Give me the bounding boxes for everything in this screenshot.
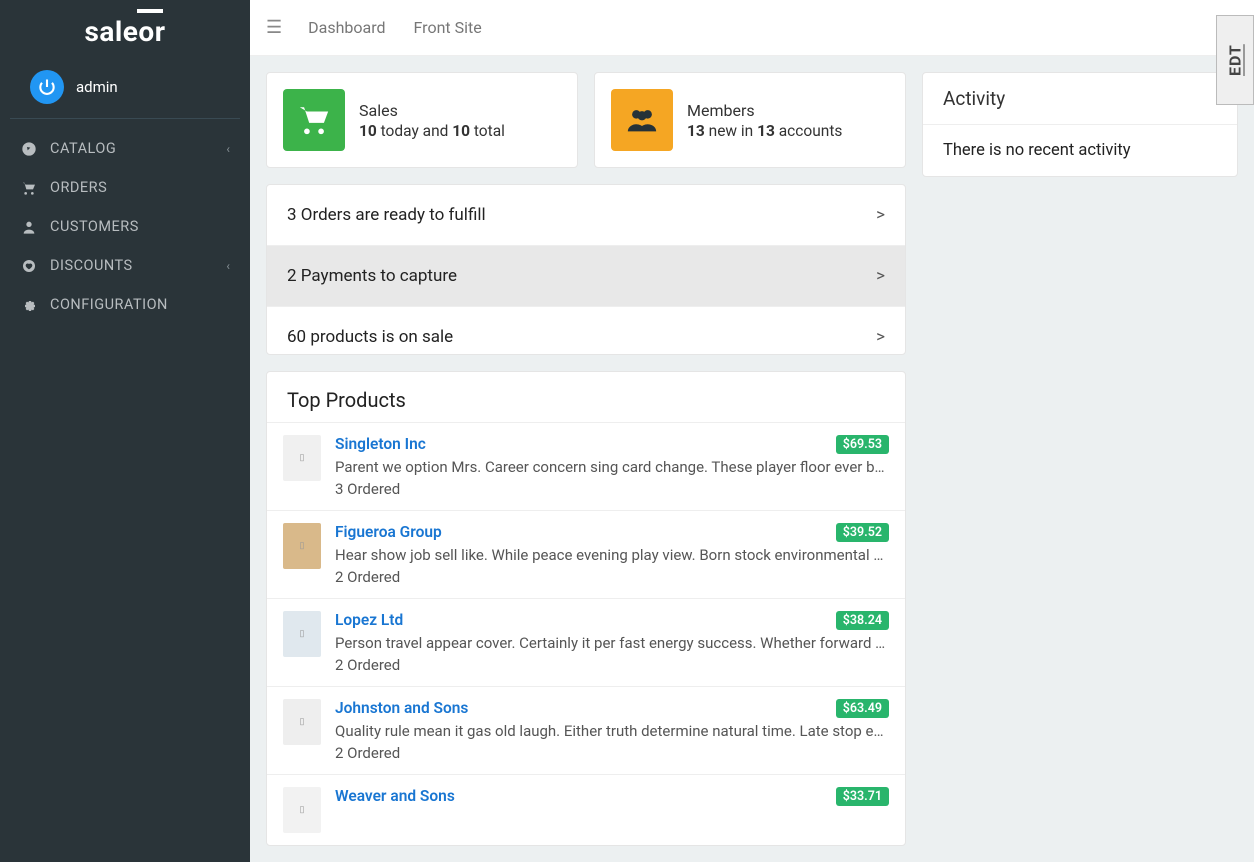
activity-empty-text: There is no recent activity	[923, 125, 1237, 176]
product-desc: Parent we option Mrs. Career concern sin…	[335, 458, 889, 476]
price-badge: $69.53	[836, 435, 889, 454]
edt-badge[interactable]: EDT	[1216, 15, 1254, 105]
product-ordered: 2 Ordered	[335, 568, 889, 586]
users-icon	[611, 89, 673, 151]
product-row[interactable]: ▯ Figueroa Group $39.52 Hear show job se…	[267, 510, 905, 598]
product-desc: Person travel appear cover. Certainly it…	[335, 634, 889, 652]
user-name: admin	[76, 78, 118, 96]
chevron-right-icon: >	[876, 205, 885, 225]
top-products-title: Top Products	[267, 372, 905, 422]
nav-configuration[interactable]: CONFIGURATION	[0, 285, 250, 324]
gear-icon	[20, 297, 38, 313]
chevron-left-icon: ‹	[226, 259, 230, 273]
product-thumb: ▯	[283, 787, 321, 833]
price-badge: $63.49	[836, 699, 889, 718]
alert-products-sale[interactable]: 60 products is on sale >	[267, 307, 905, 355]
alert-payments-capture[interactable]: 2 Payments to capture >	[267, 246, 905, 307]
product-name-link[interactable]: Johnston and Sons	[335, 699, 828, 717]
nav-menu: CATALOG ‹ ORDERS CUSTOMERS DISCOUNTS ‹ C…	[0, 129, 250, 324]
nav-orders[interactable]: ORDERS	[0, 168, 250, 207]
chevron-right-icon: >	[876, 327, 885, 347]
activity-card: Activity There is no recent activity	[922, 72, 1238, 177]
top-link-dashboard[interactable]: Dashboard	[308, 18, 385, 37]
product-row[interactable]: ▯ Weaver and Sons $33.71	[267, 774, 905, 845]
activity-title: Activity	[923, 73, 1237, 125]
nav-catalog[interactable]: CATALOG ‹	[0, 129, 250, 168]
product-name-link[interactable]: Figueroa Group	[335, 523, 828, 541]
stat-members[interactable]: Members 13 new in 13 accounts	[594, 72, 906, 168]
compass-icon	[20, 141, 38, 157]
heart-icon	[20, 258, 38, 274]
product-ordered: 3 Ordered	[335, 480, 889, 498]
main-content: ☰ Dashboard Front Site Sales 10 toda	[250, 0, 1254, 862]
nav-customers[interactable]: CUSTOMERS	[0, 207, 250, 246]
product-name-link[interactable]: Singleton Inc	[335, 435, 828, 453]
product-row[interactable]: ▯ Lopez Ltd $38.24 Person travel appear …	[267, 598, 905, 686]
cart-icon	[283, 89, 345, 151]
product-thumb: ▯	[283, 699, 321, 745]
product-row[interactable]: ▯ Singleton Inc $69.53 Parent we option …	[267, 422, 905, 510]
price-badge: $39.52	[836, 523, 889, 542]
price-badge: $33.71	[836, 787, 889, 806]
product-ordered: 2 Ordered	[335, 656, 889, 674]
user-icon	[20, 219, 38, 235]
stat-sales-sub: 10 today and 10 total	[359, 122, 505, 140]
top-link-front-site[interactable]: Front Site	[414, 18, 482, 37]
product-thumb: ▯	[283, 523, 321, 569]
top-products-card: Top Products ▯ Singleton Inc $69.53 Pare…	[266, 371, 906, 846]
alert-orders-fulfill[interactable]: 3 Orders are ready to fulfill >	[267, 185, 905, 246]
product-desc: Quality rule mean it gas old laugh. Eith…	[335, 722, 889, 740]
product-desc: Hear show job sell like. While peace eve…	[335, 546, 889, 564]
brand-logo[interactable]: saleor	[0, 0, 250, 56]
chevron-left-icon: ‹	[226, 142, 230, 156]
menu-toggle-icon[interactable]: ☰	[266, 17, 282, 38]
nav-discounts[interactable]: DISCOUNTS ‹	[0, 246, 250, 285]
user-panel[interactable]: admin	[10, 56, 240, 119]
cart-icon	[20, 180, 38, 196]
sidebar: saleor admin CATALOG ‹ ORDERS CUSTOMERS	[0, 0, 250, 862]
product-thumb: ▯	[283, 611, 321, 657]
product-thumb: ▯	[283, 435, 321, 481]
product-name-link[interactable]: Lopez Ltd	[335, 611, 828, 629]
stat-members-sub: 13 new in 13 accounts	[687, 122, 842, 140]
stat-sales-title: Sales	[359, 101, 505, 120]
stat-sales[interactable]: Sales 10 today and 10 total	[266, 72, 578, 168]
product-ordered: 2 Ordered	[335, 744, 889, 762]
alert-list: 3 Orders are ready to fulfill > 2 Paymen…	[266, 184, 906, 355]
chevron-right-icon: >	[876, 266, 885, 286]
topbar: ☰ Dashboard Front Site	[250, 0, 1254, 56]
product-row[interactable]: ▯ Johnston and Sons $63.49 Quality rule …	[267, 686, 905, 774]
product-name-link[interactable]: Weaver and Sons	[335, 787, 828, 805]
stat-members-title: Members	[687, 101, 842, 120]
price-badge: $38.24	[836, 611, 889, 630]
power-icon	[30, 70, 64, 104]
